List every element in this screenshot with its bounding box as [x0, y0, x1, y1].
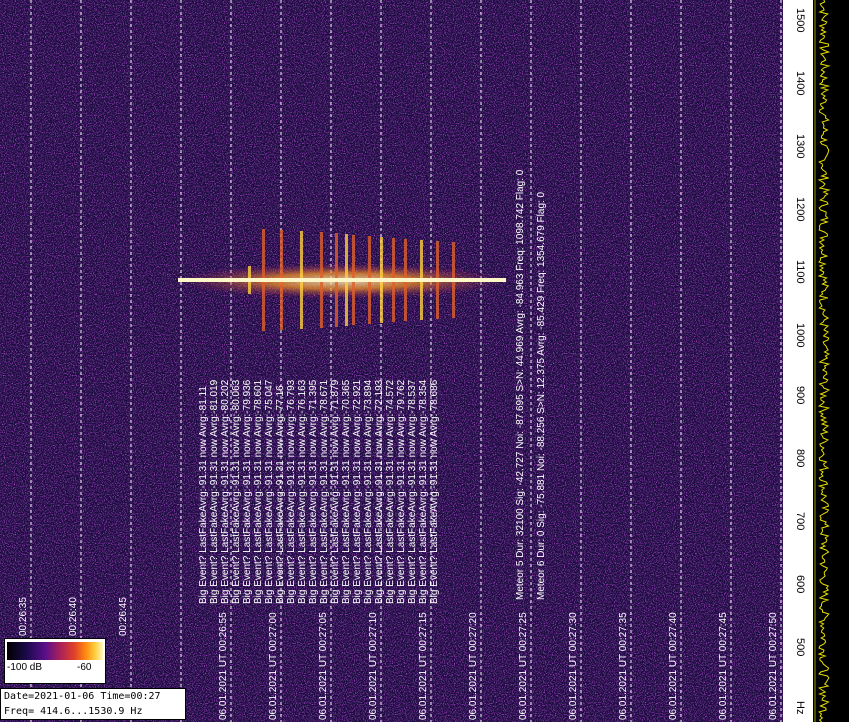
frequency-tick-label: 1000	[794, 323, 806, 348]
event-label: Big Event? LastFakeAvrg:-91.31 now Avrg:…	[308, 379, 319, 604]
meteor-label: Meteor 6 Dur: 0 Sig: -75.881 Noi: -88.25…	[536, 191, 547, 600]
frequency-tick-label: 1300	[794, 134, 806, 159]
event-label: Big Event? LastFakeAvrg:-91.31 now Avrg:…	[253, 379, 264, 604]
time-label-bottom: 06.01.2021 UT 00:27:20	[468, 612, 479, 720]
frequency-tick-label: Hz	[794, 701, 806, 715]
event-label: Big Event? LastFakeAvrg:-91.31 now Avrg:…	[418, 379, 429, 604]
event-label: Big Event? LastFakeAvrg:-91.31 now Avrg:…	[198, 386, 209, 604]
colorbar-max-label: -60	[77, 662, 92, 673]
time-label-bottom: 06.01.2021 UT 00:27:00	[268, 612, 279, 720]
event-label: Big Event? LastFakeAvrg:-91.31 now Avrg:…	[330, 379, 341, 604]
event-label: Big Event? LastFakeAvrg:-91.31 now Avrg:…	[374, 379, 385, 604]
time-label-top: 00:26:45	[118, 597, 129, 636]
time-label-bottom: 06.01.2021 UT 00:27:15	[418, 612, 429, 720]
event-label: Big Event? LastFakeAvrg:-91.31 now Avrg:…	[396, 379, 407, 604]
frequency-tick-label: 600	[794, 575, 806, 594]
info-panel: Date=2021-01-06 Time=00:27 Freq= 414.6..…	[0, 688, 186, 720]
event-label: Big Event? LastFakeAvrg:-91.31 now Avrg:…	[297, 379, 308, 604]
event-label: Big Event? LastFakeAvrg:-91.31 now Avrg:…	[407, 379, 418, 604]
time-label-bottom: 06.01.2021 UT 00:27:45	[718, 612, 729, 720]
event-label: Big Event? LastFakeAvrg:-91.31 now Avrg:…	[385, 379, 396, 604]
date-time-readout: Date=2021-01-06 Time=00:27	[4, 691, 161, 702]
time-label-bottom: 06.01.2021 UT 00:27:25	[518, 612, 529, 720]
event-label: Big Event? LastFakeAvrg:-91.31 now Avrg:…	[209, 379, 220, 604]
event-label: Big Event? LastFakeAvrg:-91.31 now Avrg:…	[275, 385, 286, 604]
frequency-tick-label: 900	[794, 386, 806, 405]
frequency-tick-label: 700	[794, 512, 806, 531]
time-label-top: 00:26:35	[18, 597, 29, 636]
frequency-tick-label: 1100	[794, 260, 806, 284]
event-label: Big Event? LastFakeAvrg:-91.31 now Avrg:…	[341, 379, 352, 604]
frequency-tick-label: 1400	[794, 71, 806, 96]
time-label-bottom: 06.01.2021 UT 00:27:40	[668, 612, 679, 720]
frequency-range-readout: Freq= 414.6...1530.9 Hz	[4, 706, 143, 717]
spectrum-trace	[813, 0, 849, 722]
colorbar-min-label: -100 dB	[7, 662, 43, 673]
event-label: Big Event? LastFakeAvrg:-91.31 now Avrg:…	[363, 379, 374, 604]
time-label-bottom: 06.01.2021 UT 00:27:35	[618, 612, 629, 720]
colorbar-legend: -100 dB -60	[4, 638, 106, 684]
time-label-top: 00:26:40	[68, 597, 79, 636]
frequency-tick-label: 500	[794, 638, 806, 657]
event-label: Big Event? LastFakeAvrg:-91.31 now Avrg:…	[220, 379, 231, 604]
event-label: Big Event? LastFakeAvrg:-91.31 now Avrg:…	[429, 379, 440, 604]
event-label: Big Event? LastFakeAvrg:-91.31 now Avrg:…	[286, 379, 297, 604]
event-label: Big Event? LastFakeAvrg:-91.31 now Avrg:…	[231, 379, 242, 604]
colorbar-gradient	[7, 642, 103, 660]
meteor-label: Meteor 5 Dur: 32100 Sig: -42.727 Noi: -8…	[515, 169, 526, 600]
frequency-tick-label: 1500	[794, 8, 806, 33]
frequency-tick-label: 800	[794, 449, 806, 468]
event-label: Big Event? LastFakeAvrg:-91.31 now Avrg:…	[264, 379, 275, 604]
time-label-bottom: 06.01.2021 UT 00:26:55	[218, 612, 229, 720]
frequency-axis: 1500 1400 1300 1200 1100 1000 900 800 700 600 500 H…	[783, 0, 813, 722]
time-label-bottom: 06.01.2021 UT 00:27:10	[368, 612, 379, 720]
time-label-bottom: 06.01.2021 UT 00:27:05	[318, 612, 329, 720]
event-label: Big Event? LastFakeAvrg:-91.31 now Avrg:…	[242, 379, 253, 604]
event-label: Big Event? LastFakeAvrg:-91.31 now Avrg:…	[319, 379, 330, 604]
event-label: Big Event? LastFakeAvrg:-91.31 now Avrg:…	[352, 379, 363, 604]
time-label-bottom: 06.01.2021 UT 00:27:30	[568, 612, 579, 720]
frequency-tick-label: 1200	[794, 197, 806, 222]
time-label-bottom: 06.01.2021 UT 00:27:50	[768, 612, 779, 720]
